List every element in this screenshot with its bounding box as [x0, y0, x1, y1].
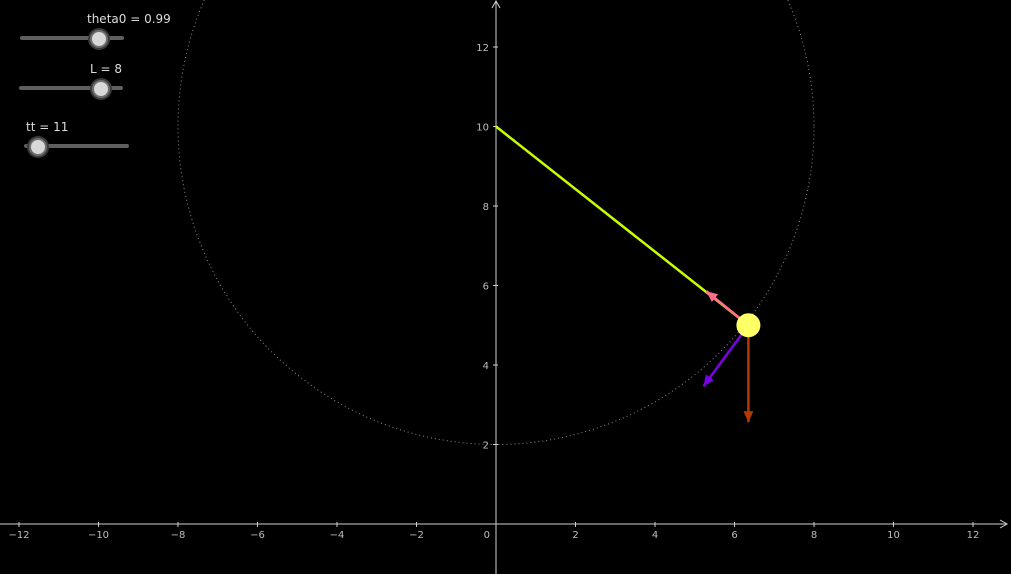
pendulum-bob[interactable] — [736, 313, 761, 338]
y-tick-label: 6 — [483, 282, 489, 293]
weight-vector — [743, 325, 754, 423]
theta0-slider[interactable]: theta0 = 0.99 — [20, 10, 171, 50]
x-tick-label: 2 — [572, 530, 578, 541]
length-slider-label: L = 8 — [90, 62, 123, 76]
origin-label: 0 — [484, 530, 490, 541]
theta0-slider-knob[interactable] — [90, 30, 108, 48]
x-tick-label: −12 — [8, 530, 29, 541]
x-tick-label: −2 — [409, 530, 424, 541]
tt-slider[interactable]: tt = 11 — [24, 118, 164, 158]
x-tick-label: −8 — [171, 530, 186, 541]
x-tick-label: 8 — [811, 530, 817, 541]
theta0-slider-track[interactable] — [20, 36, 124, 40]
length-slider[interactable]: L = 8 — [19, 60, 159, 100]
y-tick-label: 10 — [476, 123, 489, 134]
y-tick-label: 8 — [483, 202, 489, 213]
x-tick-label: 12 — [967, 530, 980, 541]
weight-vector-head — [743, 411, 754, 423]
x-tick-label: 4 — [652, 530, 658, 541]
x-tick-label: −10 — [88, 530, 109, 541]
tt-slider-knob[interactable] — [29, 138, 47, 156]
tt-slider-label: tt = 11 — [26, 120, 69, 134]
net-force-vector-head — [703, 374, 714, 387]
length-slider-knob[interactable] — [92, 80, 110, 98]
y-tick-label: 12 — [476, 43, 489, 54]
y-tick-label: 4 — [483, 361, 489, 372]
x-tick-label: 10 — [887, 530, 900, 541]
x-tick-label: −6 — [250, 530, 265, 541]
x-tick-label: 6 — [731, 530, 737, 541]
y-tick-label: 2 — [483, 441, 489, 452]
theta0-slider-label: theta0 = 0.99 — [87, 12, 171, 26]
x-tick-label: −4 — [330, 530, 345, 541]
